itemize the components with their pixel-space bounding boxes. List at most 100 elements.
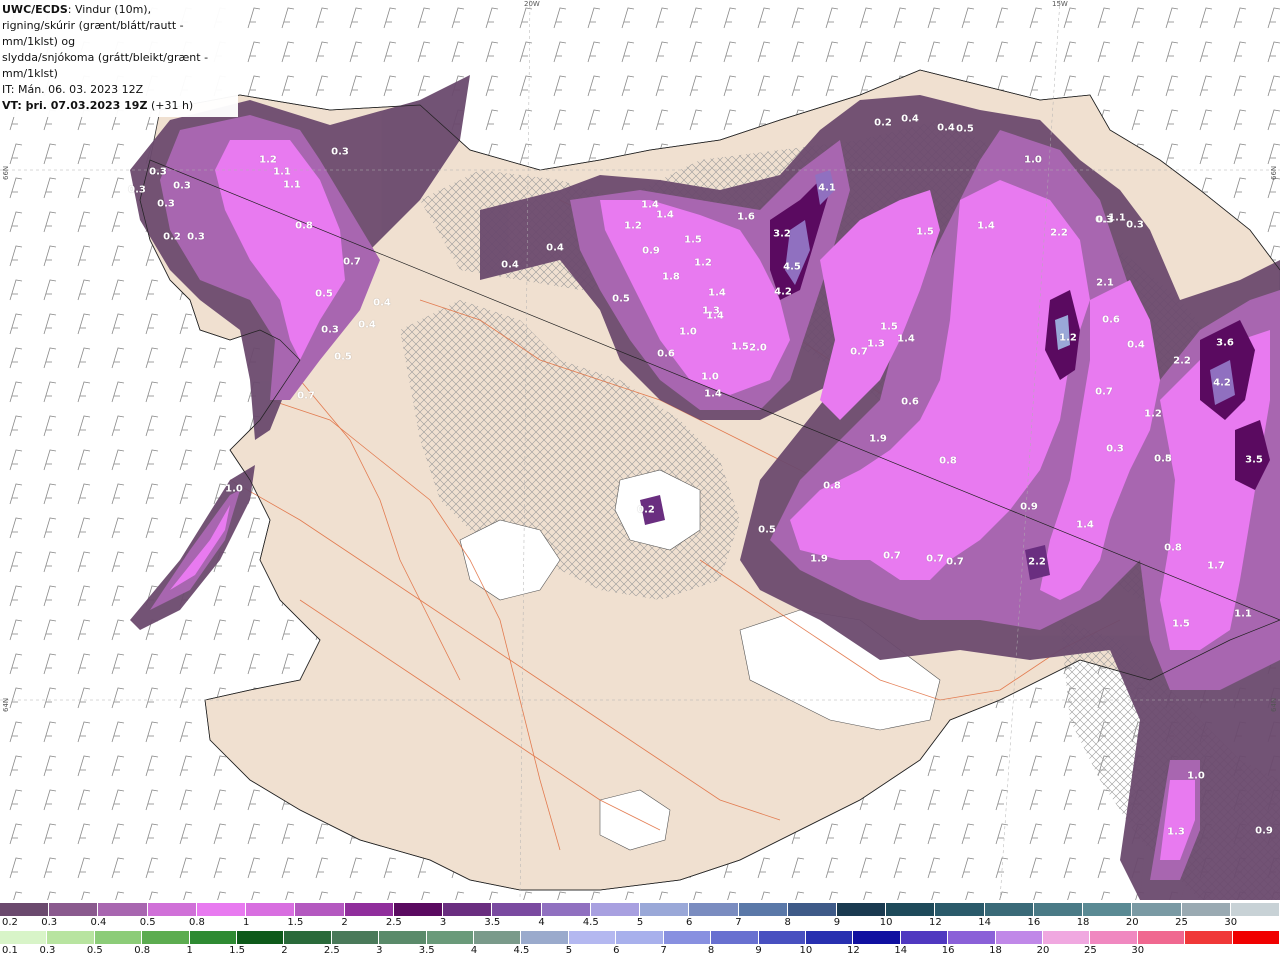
precip-value-label: 1.3 xyxy=(1167,826,1185,838)
precip-value-label: 1.2 xyxy=(624,220,642,232)
snow-colorbar-swatch xyxy=(984,903,1034,916)
precip-value-label: 1.9 xyxy=(869,433,887,445)
precip-value-label: 0.2 xyxy=(874,117,892,129)
rain-colorbar-tick-label: 12 xyxy=(846,945,860,956)
precip-value-label: 0.3 xyxy=(1126,219,1144,231)
rain-colorbar-swatch xyxy=(948,931,996,944)
rain-colorbar-tick-label: 3.5 xyxy=(418,945,435,956)
snow-colorbar-tick-label: 0.5 xyxy=(139,917,156,928)
snow-colorbar-swatch xyxy=(492,903,542,916)
precip-value-label: 0.9 xyxy=(1020,501,1038,513)
snow-colorbar-swatch xyxy=(738,903,788,916)
precip-value-label: 0.5 xyxy=(956,123,974,135)
rain-colorbar: 0.1 0.3 0.5 0.8 1 1.5 2 2.5 3 3.5 4 4.5 5 6 7 8 9 10 12 14 1… xyxy=(0,931,1280,959)
rain-colorbar-swatch xyxy=(1090,931,1138,944)
precip-value-label: 3.5 xyxy=(1245,454,1263,466)
precip-value-label: 1.5 xyxy=(684,234,702,246)
snow-colorbar-swatch xyxy=(886,903,936,916)
rain-colorbar-swatch xyxy=(1185,931,1233,944)
rain-colorbar-swatch xyxy=(47,931,95,944)
precip-value-label: 0.2 xyxy=(163,231,181,243)
snow-colorbar-tick-label: 2.5 xyxy=(385,917,402,928)
rain-colorbar-tick-label: 1 xyxy=(186,945,193,956)
precip-value-label: 0.4 xyxy=(901,113,919,125)
precip-value-label: 0.3 xyxy=(149,166,167,178)
snow-colorbar-swatch xyxy=(295,903,345,916)
rain-colorbar-swatch xyxy=(1232,931,1280,944)
snow-colorbar-swatch xyxy=(98,903,148,916)
precip-value-label: 0.5 xyxy=(334,351,352,363)
precip-value-label: 1.5 xyxy=(880,321,898,333)
snow-colorbar-tick-label: 4 xyxy=(538,917,545,928)
rain-colorbar-swatch xyxy=(663,931,712,944)
snow-colorbar-tick-label: 18 xyxy=(1076,917,1090,928)
precip-value-label: 1.0 xyxy=(701,371,719,383)
precip-value-label: 2.0 xyxy=(749,342,767,354)
precip-value-label: 1.4 xyxy=(656,209,674,221)
snow-colorbar-swatch xyxy=(443,903,493,916)
snow-colorbar-swatch xyxy=(590,903,641,916)
snow-colorbar-tick-label: 6 xyxy=(686,917,693,928)
rain-colorbar-tick-label: 0.1 xyxy=(2,945,18,956)
snow-colorbar-ticks: 0.2 0.3 0.4 0.5 0.8 1 1.5 2 2.5 3 3.5 4 4.5 5 6 7 8 9 10 12… xyxy=(0,916,1280,931)
snow-colorbar-swatch xyxy=(344,903,394,916)
precip-value-label: 0.3 xyxy=(1106,443,1124,455)
rain-colorbar-ticks: 0.1 0.3 0.5 0.8 1 1.5 2 2.5 3 3.5 4 4.5 5 6 7 8 9 10 12 14 1… xyxy=(0,944,1280,959)
snow-colorbar-swatch xyxy=(147,903,197,916)
rain-colorbar-tick-label: 0.5 xyxy=(86,945,103,956)
valid-time: VT: þri. 07.03.2023 19Z xyxy=(2,99,148,112)
precip-value-label: 1.1 xyxy=(273,166,291,178)
precip-value-label: 1.7 xyxy=(1207,560,1225,572)
rain-colorbar-swatch xyxy=(853,931,901,944)
rain-colorbar-tick-label: 0.8 xyxy=(134,945,151,956)
rain-colorbar-tick-label: 2 xyxy=(281,945,288,956)
snow-colorbar-swatch xyxy=(1083,903,1133,916)
precip-value-label: 1.9 xyxy=(810,553,828,565)
precip-value-label: 1.2 xyxy=(259,154,277,166)
precip-value-label: 0.7 xyxy=(946,556,964,568)
rain-colorbar-swatch xyxy=(474,931,522,944)
precip-value-label: 0.5 xyxy=(1154,453,1172,465)
precip-value-label: 1.0 xyxy=(1024,154,1042,166)
precip-value-label: 1.5 xyxy=(916,226,934,238)
rain-colorbar-swatch xyxy=(900,931,949,944)
snow-colorbar-tick-label: 16 xyxy=(1027,917,1041,928)
precip-value-label: 0.9 xyxy=(1255,825,1273,837)
info-line-3: slydda/snjókoma (grátt/bleikt/grænt - mm… xyxy=(2,51,209,80)
rain-colorbar-tick-label: 4.5 xyxy=(513,945,530,956)
precip-value-label: 1.1 xyxy=(1234,608,1252,620)
model-title: UWC/ECDS xyxy=(2,3,68,16)
rain-colorbar-swatch xyxy=(237,931,285,944)
rain-colorbar-swatch xyxy=(616,931,664,944)
precip-value-label: 1.1 xyxy=(283,179,301,191)
rain-colorbar-tick-label: 25 xyxy=(1083,945,1097,956)
precip-value-label: 0.3 xyxy=(173,180,191,192)
rain-colorbar-tick-label: 30 xyxy=(1131,945,1145,956)
snow-colorbar-tick-label: 0.3 xyxy=(41,917,58,928)
rain-colorbar-tick-label: 14 xyxy=(894,945,908,956)
precip-value-label: 4.2 xyxy=(774,286,792,298)
precip-value-label: 0.3 xyxy=(187,231,205,243)
precip-value-label: 0.8 xyxy=(939,455,957,467)
rain-colorbar-swatch xyxy=(379,931,427,944)
snow-colorbar-tick-label: 12 xyxy=(929,917,942,928)
precip-value-label: 1.0 xyxy=(225,483,243,495)
precip-value-label: 0.4 xyxy=(546,242,564,254)
rain-colorbar-swatches xyxy=(0,931,1280,944)
precip-value-label: 0.7 xyxy=(883,550,901,562)
precip-value-label: 0.7 xyxy=(343,256,361,268)
precip-value-label: 1.6 xyxy=(737,211,755,223)
precip-value-label: 0.3 xyxy=(128,184,146,196)
precip-value-label: 1.2 xyxy=(694,257,712,269)
snow-colorbar-swatch xyxy=(541,903,591,916)
precip-value-label: 2.2 xyxy=(1028,556,1046,568)
precip-value-label: 0.3 xyxy=(331,146,349,158)
precip-value-label: 1.4 xyxy=(708,287,726,299)
rain-colorbar-tick-label: 5 xyxy=(565,945,573,956)
snow-colorbar-swatch xyxy=(393,903,444,916)
precip-value-label: 2.2 xyxy=(1050,227,1068,239)
precip-value-label: 1.4 xyxy=(1076,519,1094,531)
rain-colorbar-swatch xyxy=(94,931,143,944)
rain-colorbar-swatch xyxy=(1137,931,1186,944)
rain-colorbar-swatch xyxy=(189,931,238,944)
